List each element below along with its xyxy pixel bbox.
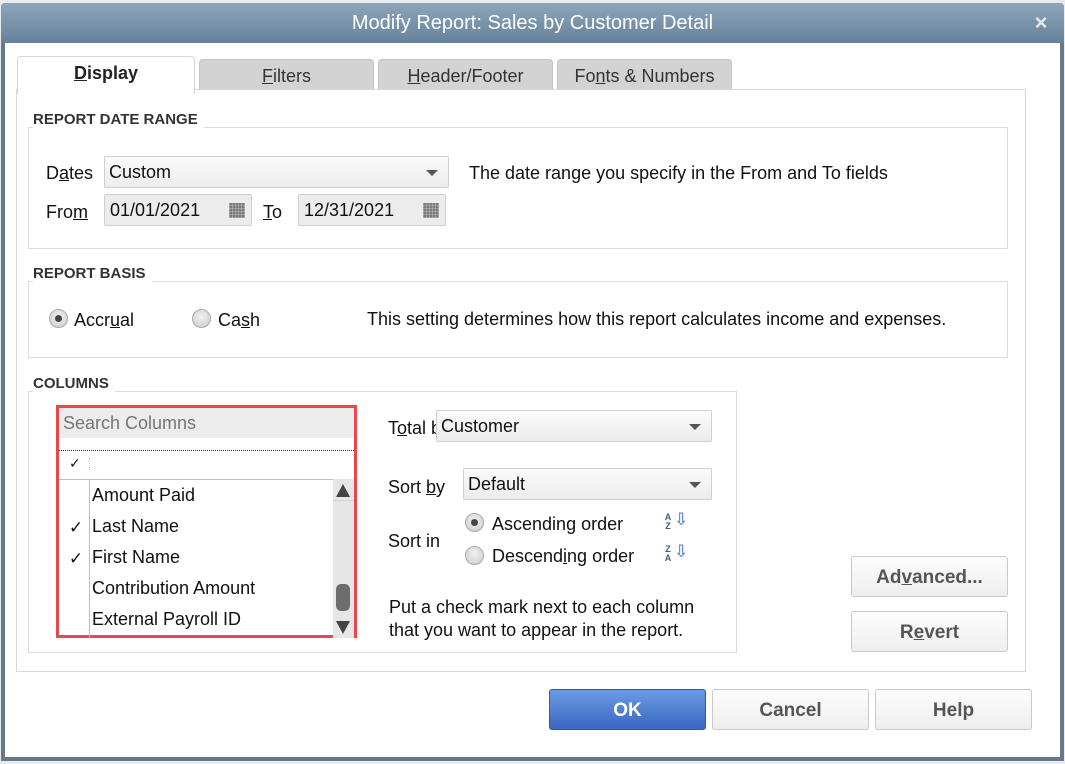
tab-label: ilters (272, 66, 311, 86)
dates-dropdown[interactable]: Custom (104, 156, 449, 188)
tab-mnemonic: D (73, 63, 87, 83)
divider (59, 450, 354, 451)
revert-button[interactable]: Revert (851, 611, 1008, 652)
modify-report-dialog: Modify Report: Sales by Customer Detail … (1, 3, 1064, 761)
tab-label: ts & Numbers (605, 66, 715, 86)
help-button[interactable]: Help (875, 689, 1032, 730)
columns-scrollbar[interactable] (333, 479, 354, 638)
tab-fonts-numbers[interactable]: Fonts & Numbers (557, 59, 732, 93)
total-by-value: Customer (441, 416, 520, 436)
chevron-down-icon (426, 170, 438, 176)
tab-label: Fo (574, 66, 596, 86)
title-bar[interactable]: Modify Report: Sales by Customer Detail … (1, 3, 1064, 43)
column-list-item[interactable]: Contribution Amount (59, 574, 333, 605)
header-check-column[interactable]: ✓ (69, 455, 81, 472)
dates-value: Custom (109, 162, 172, 182)
tab-label: isplay (86, 63, 139, 83)
help-text-line: Put a check mark next to each column (389, 597, 695, 617)
column-label: External Payroll ID (92, 609, 242, 629)
tab-display[interactable]: Display (17, 56, 195, 94)
column-list-item[interactable]: External Payroll ID (59, 605, 333, 636)
report-date-range-group (28, 127, 1008, 249)
descending-order-label[interactable]: Descending order (492, 546, 634, 567)
scrollbar-thumb[interactable] (336, 584, 350, 611)
from-label: From (46, 202, 88, 222)
calendar-icon[interactable] (423, 203, 439, 218)
header-column-separator (89, 458, 90, 470)
chevron-down-icon (689, 424, 701, 430)
date-range-description: The date range you specify in the From a… (469, 163, 888, 183)
to-label: To (263, 202, 283, 222)
tab-mnemonic: n (595, 66, 606, 86)
tab-mnemonic: F (261, 66, 273, 86)
cash-label[interactable]: Cash (218, 310, 260, 331)
to-date-field[interactable]: 12/31/2021 (298, 194, 446, 226)
cash-radio[interactable] (192, 309, 211, 328)
to-date-value: 12/31/2021 (304, 200, 395, 220)
divider (59, 479, 333, 480)
columns-list-box: ✓ Amount Paid ✓ Last Name ✓ First Name C… (56, 405, 357, 638)
accrual-label[interactable]: Accrual (74, 310, 134, 331)
tab-filters[interactable]: Filters (199, 59, 374, 93)
from-date-field[interactable]: 01/01/2021 (104, 194, 252, 226)
tab-mnemonic: H (407, 66, 421, 86)
ascending-order-label[interactable]: Ascending order (492, 514, 623, 535)
accrual-radio[interactable] (49, 309, 68, 328)
from-date-value: 01/01/2021 (110, 200, 201, 220)
sort-by-value: Default (468, 474, 526, 494)
tab-label: eader/Footer (420, 66, 524, 86)
sort-ascending-icon: A Z ⇩ (664, 510, 689, 531)
sort-descending-icon: Z A ⇩ (664, 542, 689, 563)
column-label: Last Name (92, 516, 180, 536)
advanced-button[interactable]: Advanced... (851, 556, 1008, 597)
sort-in-label: Sort in (388, 531, 441, 551)
check-icon[interactable]: ✓ (67, 549, 85, 569)
columns-help-text: Put a check mark next to each column tha… (389, 596, 694, 642)
scroll-up-arrow-icon[interactable] (333, 479, 354, 501)
descending-order-radio[interactable] (465, 546, 484, 565)
column-label: Contribution Amount (92, 578, 256, 598)
column-label: Amount Paid (92, 485, 196, 505)
report-basis-heading: REPORT BASIS (33, 265, 152, 282)
column-label: First Name (92, 547, 181, 567)
tab-header-footer[interactable]: Header/Footer (378, 59, 553, 93)
calendar-icon[interactable] (229, 203, 245, 218)
ascending-order-radio[interactable] (465, 513, 484, 532)
chevron-down-icon (689, 482, 701, 488)
column-list-item[interactable]: ✓ First Name (59, 543, 333, 574)
report-date-range-heading: REPORT DATE RANGE (33, 111, 204, 128)
columns-heading: COLUMNS (33, 375, 115, 392)
dates-label: Dates (46, 163, 94, 183)
column-list-item[interactable]: ✓ Last Name (59, 512, 333, 543)
scroll-down-arrow-icon[interactable] (333, 616, 354, 638)
cancel-button[interactable]: Cancel (712, 689, 869, 730)
sort-by-dropdown[interactable]: Default (463, 468, 712, 500)
ok-button[interactable]: OK (549, 689, 706, 730)
search-columns-input[interactable] (59, 408, 354, 438)
column-list-item[interactable]: Amount Paid (59, 481, 333, 512)
check-icon[interactable]: ✓ (67, 518, 85, 538)
total-by-dropdown[interactable]: Customer (436, 410, 712, 442)
close-icon[interactable]: × (1030, 12, 1052, 34)
report-basis-description: This setting determines how this report … (367, 309, 947, 329)
dialog-title: Modify Report: Sales by Customer Detail (351, 12, 714, 34)
sort-by-label: Sort by (388, 477, 446, 497)
help-text-line: that you want to appear in the report. (389, 620, 684, 640)
